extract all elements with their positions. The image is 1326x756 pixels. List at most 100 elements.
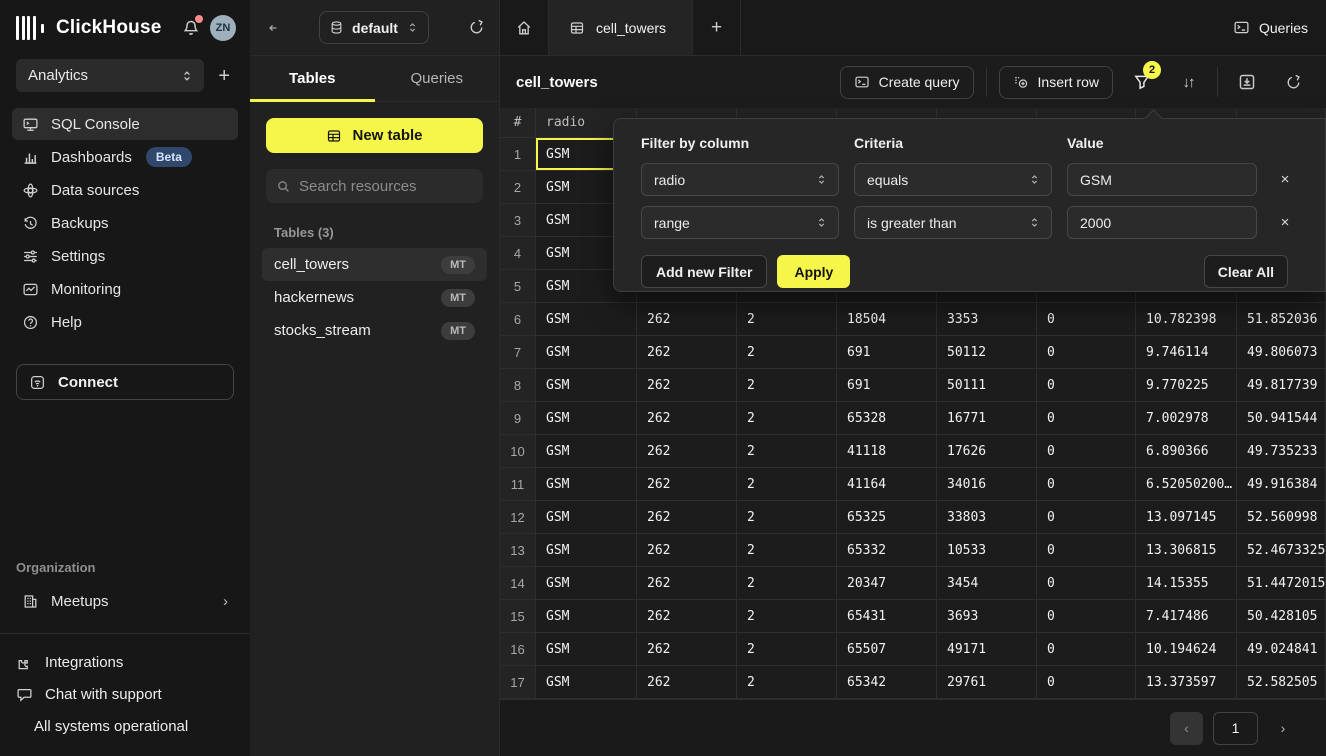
filter-0-column-select[interactable]: radio bbox=[641, 163, 839, 196]
cell[interactable]: 10.782398 bbox=[1136, 303, 1237, 336]
database-selector[interactable]: default bbox=[319, 11, 429, 44]
filter-0-criteria-select[interactable]: equals bbox=[854, 163, 1052, 196]
cell[interactable]: 691 bbox=[837, 369, 937, 402]
cell[interactable]: 10533 bbox=[937, 534, 1037, 567]
cell[interactable]: 0 bbox=[1037, 435, 1136, 468]
cell[interactable]: 65342 bbox=[837, 666, 937, 699]
table-item-stocks-stream[interactable]: stocks_stream MT bbox=[262, 314, 487, 347]
sidebar-item-backups[interactable]: Backups bbox=[12, 207, 238, 239]
cell[interactable]: GSM bbox=[536, 369, 637, 402]
cell[interactable]: 49.916384 bbox=[1237, 468, 1326, 501]
cell[interactable]: 0 bbox=[1037, 600, 1136, 633]
cell[interactable]: 262 bbox=[637, 336, 737, 369]
tab-cell-towers[interactable]: cell_towers bbox=[548, 0, 693, 55]
cell[interactable]: 0 bbox=[1037, 468, 1136, 501]
cell[interactable]: 2 bbox=[737, 567, 837, 600]
next-page-button[interactable]: › bbox=[1268, 712, 1298, 745]
cell[interactable]: 0 bbox=[1037, 336, 1136, 369]
filter-0-value-input[interactable] bbox=[1080, 172, 1244, 188]
cell[interactable]: 29761 bbox=[937, 666, 1037, 699]
cell[interactable]: 65332 bbox=[837, 534, 937, 567]
cell[interactable]: 262 bbox=[637, 435, 737, 468]
cell[interactable]: 0 bbox=[1037, 567, 1136, 600]
table-item-hackernews[interactable]: hackernews MT bbox=[262, 281, 487, 314]
cell[interactable]: 52.4673325 bbox=[1237, 534, 1326, 567]
cell[interactable]: 262 bbox=[637, 402, 737, 435]
cell[interactable]: 65328 bbox=[837, 402, 937, 435]
cell[interactable]: 34016 bbox=[937, 468, 1037, 501]
cell[interactable]: 50111 bbox=[937, 369, 1037, 402]
notifications-button[interactable] bbox=[180, 17, 202, 39]
cell[interactable]: 0 bbox=[1037, 633, 1136, 666]
cell[interactable]: 262 bbox=[637, 369, 737, 402]
cell[interactable]: 49.735233 bbox=[1237, 435, 1326, 468]
cell[interactable]: 51.852036 bbox=[1237, 303, 1326, 336]
cell[interactable]: 50112 bbox=[937, 336, 1037, 369]
cell[interactable]: 50.941544 bbox=[1237, 402, 1326, 435]
cell[interactable]: 49.817739 bbox=[1237, 369, 1326, 402]
cell[interactable]: GSM bbox=[536, 435, 637, 468]
cell[interactable]: 41164 bbox=[837, 468, 937, 501]
cell[interactable]: GSM bbox=[536, 303, 637, 336]
cell[interactable]: 17626 bbox=[937, 435, 1037, 468]
cell[interactable]: 2 bbox=[737, 633, 837, 666]
cell[interactable]: 13.306815 bbox=[1136, 534, 1237, 567]
cell[interactable]: 13.097145 bbox=[1136, 501, 1237, 534]
insert-row-button[interactable]: Insert row bbox=[999, 66, 1113, 99]
cell[interactable]: GSM bbox=[536, 600, 637, 633]
cell[interactable]: 14.15355 bbox=[1136, 567, 1237, 600]
collapse-panel-icon[interactable] bbox=[264, 20, 280, 36]
cell[interactable]: 0 bbox=[1037, 501, 1136, 534]
cell[interactable]: 49171 bbox=[937, 633, 1037, 666]
filter-1-criteria-select[interactable]: is greater than bbox=[854, 206, 1052, 239]
cell[interactable]: 262 bbox=[637, 468, 737, 501]
cell[interactable]: 0 bbox=[1037, 666, 1136, 699]
sidebar-item-help[interactable]: Help bbox=[12, 306, 238, 338]
explorer-tab-tables[interactable]: Tables bbox=[250, 56, 375, 101]
footer-item-integrations[interactable]: Integrations bbox=[16, 648, 234, 676]
apply-filter-button[interactable]: Apply bbox=[777, 255, 850, 288]
previous-page-button[interactable]: ‹ bbox=[1170, 712, 1203, 745]
sidebar-item-monitoring[interactable]: Monitoring bbox=[12, 273, 238, 305]
cell[interactable]: 262 bbox=[637, 303, 737, 336]
cell[interactable]: 65431 bbox=[837, 600, 937, 633]
sort-button[interactable]: ↓↑ bbox=[1171, 65, 1205, 99]
new-tab-button[interactable]: + bbox=[693, 0, 741, 55]
cell[interactable]: 65325 bbox=[837, 501, 937, 534]
cell[interactable]: 49.806073 bbox=[1237, 336, 1326, 369]
cell[interactable]: 2 bbox=[737, 666, 837, 699]
add-filter-button[interactable]: Add new Filter bbox=[641, 255, 767, 288]
avatar[interactable]: ZN bbox=[210, 15, 236, 41]
cell[interactable]: 262 bbox=[637, 633, 737, 666]
cell[interactable]: GSM bbox=[536, 336, 637, 369]
cell[interactable]: 691 bbox=[837, 336, 937, 369]
cell[interactable]: GSM bbox=[536, 633, 637, 666]
reload-tables-icon[interactable] bbox=[468, 19, 485, 36]
filter-1-value-input[interactable] bbox=[1080, 215, 1244, 231]
filter-button[interactable]: 2 bbox=[1125, 65, 1159, 99]
cell[interactable]: 20347 bbox=[837, 567, 937, 600]
cell[interactable]: 0 bbox=[1037, 402, 1136, 435]
cell[interactable]: 2 bbox=[737, 336, 837, 369]
cell[interactable]: 9.746114 bbox=[1136, 336, 1237, 369]
home-tab[interactable] bbox=[500, 0, 548, 55]
refresh-button[interactable] bbox=[1276, 65, 1310, 99]
cell[interactable]: 9.770225 bbox=[1136, 369, 1237, 402]
cell[interactable]: 51.4472015 bbox=[1237, 567, 1326, 600]
cell[interactable]: 262 bbox=[637, 567, 737, 600]
cell[interactable]: 2 bbox=[737, 402, 837, 435]
cell[interactable]: GSM bbox=[536, 468, 637, 501]
sidebar-item-data-sources[interactable]: Data sources bbox=[12, 174, 238, 206]
cell[interactable]: 50.428105 bbox=[1237, 600, 1326, 633]
org-item-meetups[interactable]: Meetups › bbox=[12, 585, 238, 617]
cell[interactable]: 18504 bbox=[837, 303, 937, 336]
cell[interactable]: 33803 bbox=[937, 501, 1037, 534]
sidebar-item-sql-console[interactable]: SQL Console bbox=[12, 108, 238, 140]
current-page[interactable]: 1 bbox=[1213, 712, 1258, 745]
workspace-selector[interactable]: Analytics bbox=[16, 59, 204, 92]
add-workspace-button[interactable]: + bbox=[214, 66, 234, 86]
table-item-cell-towers[interactable]: cell_towers MT bbox=[262, 248, 487, 281]
search-input[interactable] bbox=[299, 178, 498, 195]
cell[interactable]: 41118 bbox=[837, 435, 937, 468]
cell[interactable]: 2 bbox=[737, 501, 837, 534]
